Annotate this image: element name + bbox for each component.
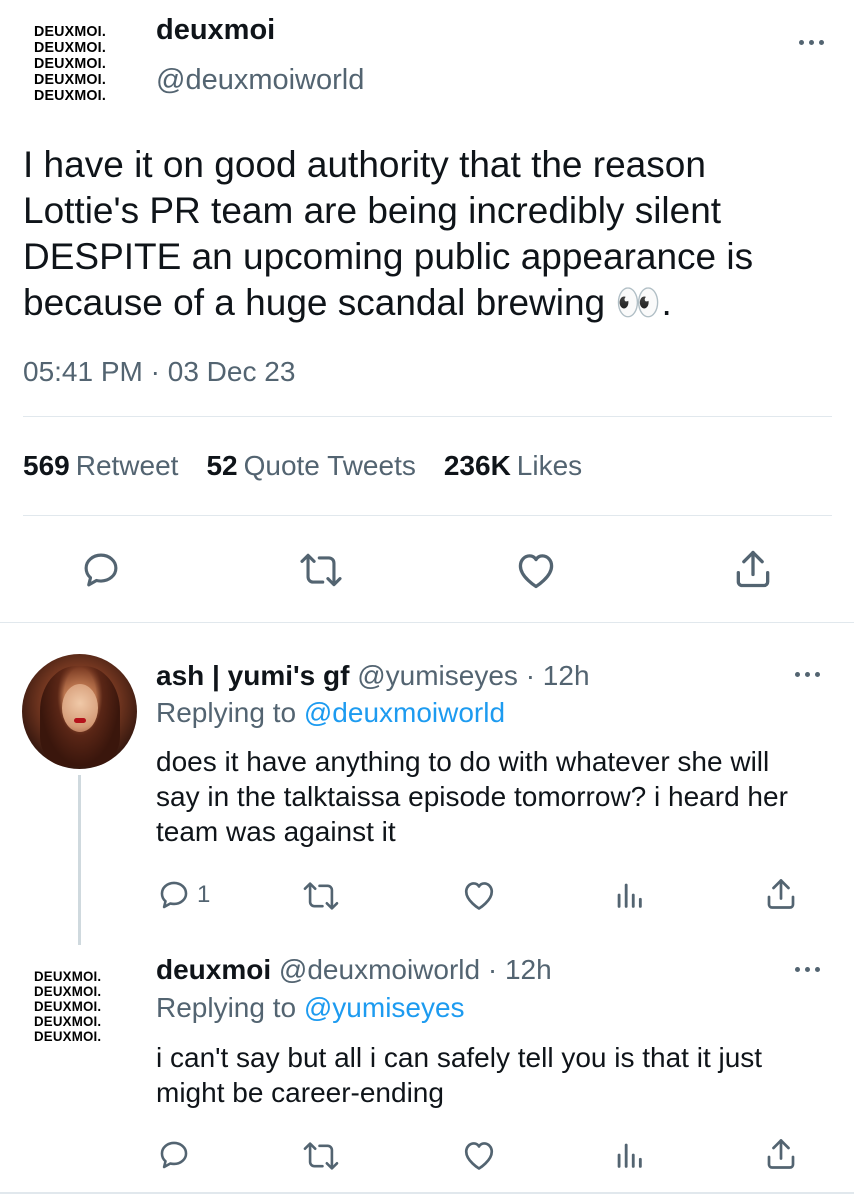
author-avatar-logo[interactable]: DEUXMOI. DEUXMOI. DEUXMOI. DEUXMOI. DEUX…: [34, 24, 110, 104]
reply-display-name[interactable]: deuxmoi: [156, 954, 271, 985]
tweet-stats: 569 Retweet 52 Quote Tweets 236K Likes: [23, 450, 582, 482]
share-icon[interactable]: [732, 547, 774, 591]
replying-prefix: Replying to: [156, 992, 297, 1023]
reply-display-name[interactable]: ash | yumi's gf: [156, 660, 349, 691]
more-icon[interactable]: [799, 40, 824, 45]
likes-stat[interactable]: 236K Likes: [444, 450, 582, 482]
replying-to-link[interactable]: @yumiseyes: [304, 992, 465, 1023]
reply-handle[interactable]: @deuxmoiworld: [279, 954, 480, 985]
more-icon[interactable]: [795, 672, 820, 677]
thread-line: [78, 775, 81, 945]
section-divider: [0, 1192, 854, 1194]
reply-icon[interactable]: [80, 549, 122, 591]
logo-line: DEUXMOI.: [34, 39, 106, 56]
reply-text: does it have anything to do with whateve…: [156, 746, 788, 847]
replying-to: Replying to @yumiseyes: [156, 992, 465, 1024]
tweet-text: I have it on good authority that the rea…: [23, 144, 754, 323]
tweet-date: 03 Dec 23: [167, 356, 296, 387]
reply-header: deuxmoi @deuxmoiworld · 12h: [156, 954, 552, 986]
quotes-stat[interactable]: 52 Quote Tweets: [206, 450, 415, 482]
logo-line: DEUXMOI.: [34, 71, 106, 88]
author-display-name[interactable]: deuxmoi: [156, 14, 275, 47]
reply-time[interactable]: 12h: [505, 954, 552, 985]
main-tweet: DEUXMOI. DEUXMOI. DEUXMOI. DEUXMOI. DEUX…: [0, 0, 854, 623]
share-icon[interactable]: [764, 1136, 798, 1172]
author-avatar-logo[interactable]: DEUXMOI. DEUXMOI. DEUXMOI. DEUXMOI. DEUX…: [34, 969, 105, 1044]
replying-prefix: Replying to: [156, 697, 297, 728]
share-icon[interactable]: [764, 876, 798, 912]
author-handle[interactable]: @deuxmoiworld: [156, 64, 364, 97]
replying-to: Replying to @deuxmoiworld: [156, 697, 505, 729]
retweets-stat[interactable]: 569 Retweet: [23, 450, 178, 482]
logo-line: DEUXMOI.: [34, 983, 102, 999]
time-separator: ·: [487, 954, 498, 985]
retweet-icon[interactable]: [302, 1140, 340, 1172]
divider: [23, 416, 832, 417]
reply-time[interactable]: 12h: [543, 660, 590, 691]
analytics-icon[interactable]: [612, 1138, 646, 1172]
like-icon[interactable]: [461, 878, 497, 912]
avatar[interactable]: [22, 654, 137, 769]
section-divider: [0, 622, 854, 623]
logo-line: DEUXMOI.: [34, 1028, 102, 1044]
logo-line: DEUXMOI.: [34, 87, 106, 104]
reply-count: 1: [197, 881, 211, 908]
time-separator: ·: [525, 660, 536, 691]
logo-line: DEUXMOI.: [34, 23, 106, 40]
reply-handle[interactable]: @yumiseyes: [357, 660, 518, 691]
reply-header: ash | yumi's gf @yumiseyes · 12h: [156, 660, 590, 692]
more-icon[interactable]: [795, 967, 820, 972]
retweet-icon[interactable]: [298, 551, 344, 589]
like-icon[interactable]: [514, 549, 558, 591]
time-separator: ·: [150, 356, 160, 387]
logo-line: DEUXMOI.: [34, 1013, 102, 1029]
logo-line: DEUXMOI.: [34, 55, 106, 72]
logo-line: DEUXMOI.: [34, 968, 102, 984]
retweet-icon[interactable]: [302, 880, 340, 912]
replying-to-link[interactable]: @deuxmoiworld: [304, 697, 505, 728]
tweet-time: 05:41 PM: [23, 356, 143, 387]
divider: [23, 515, 832, 516]
tweet-timestamp[interactable]: 05:41 PM · 03 Dec 23: [23, 356, 295, 388]
analytics-icon[interactable]: [612, 878, 646, 912]
reply-icon[interactable]: [157, 1138, 191, 1172]
reply-icon[interactable]: 1: [157, 878, 210, 912]
reply-text: i can't say but all i can safely tell yo…: [156, 1042, 763, 1108]
logo-line: DEUXMOI.: [34, 998, 102, 1014]
tweet-actions: [0, 545, 854, 601]
like-icon[interactable]: [461, 1138, 497, 1172]
